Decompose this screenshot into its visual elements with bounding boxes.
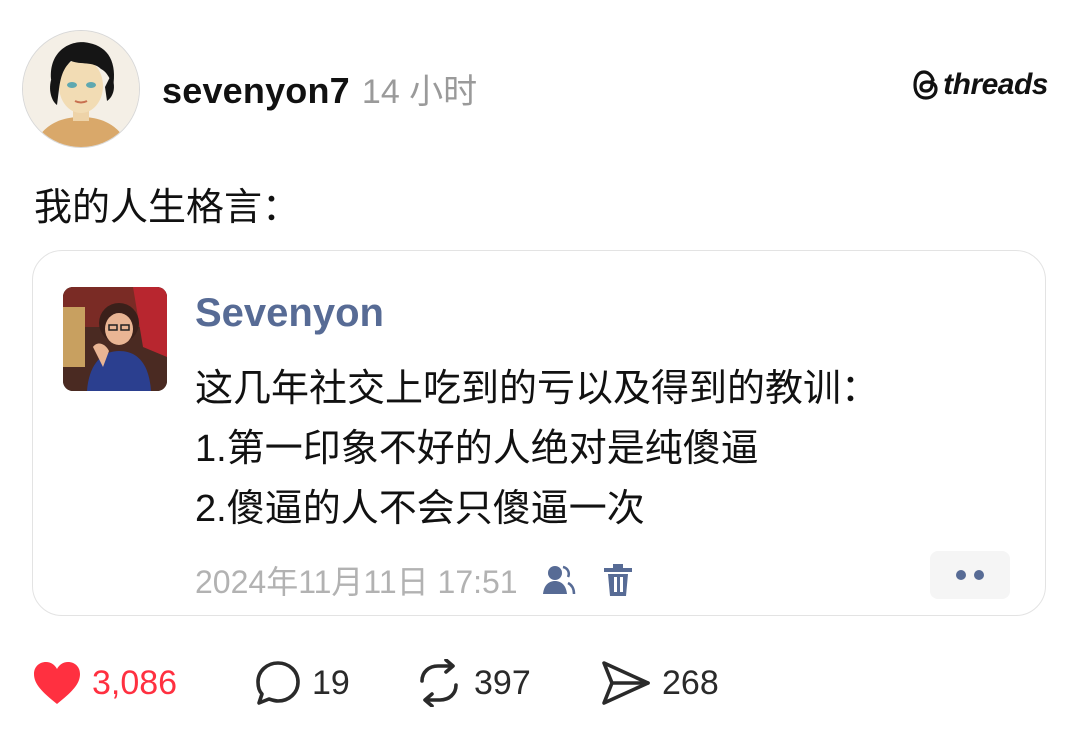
share-icon xyxy=(602,661,650,705)
username[interactable]: sevenyon7 xyxy=(162,70,350,112)
post-body: 我的人生格言： xyxy=(34,187,301,229)
quoted-footer: 2024年11月11日 17:51 xyxy=(195,557,638,603)
quoted-avatar xyxy=(63,287,167,391)
more-button[interactable] xyxy=(930,551,1010,599)
share-button[interactable]: 268 xyxy=(600,655,719,711)
post-timestamp: 14 小时 xyxy=(361,73,478,111)
repost-count: 397 xyxy=(474,663,531,702)
reply-count: 19 xyxy=(312,663,350,702)
post-header: sevenyon7 14 小时 xyxy=(162,64,477,113)
repost-icon xyxy=(420,659,458,707)
share-count: 268 xyxy=(662,663,719,702)
threads-brand: threads xyxy=(911,68,1048,102)
repost-button[interactable]: 397 xyxy=(414,655,531,711)
quoted-text: 这几年社交上吃到的亏以及得到的教训： 1.第一印象不好的人绝对是纯傻逼 2.傻逼… xyxy=(195,359,879,539)
threads-logo-icon xyxy=(913,70,938,100)
quoted-card[interactable]: Sevenyon 这几年社交上吃到的亏以及得到的教训： 1.第一印象不好的人绝对… xyxy=(32,250,1046,616)
quoted-line: 这几年社交上吃到的亏以及得到的教训： xyxy=(195,368,880,410)
comment-icon xyxy=(256,661,300,705)
like-count: 3,086 xyxy=(92,663,178,702)
privacy-contacts-icon[interactable] xyxy=(538,560,578,600)
trash-icon[interactable] xyxy=(598,560,638,600)
avatar[interactable] xyxy=(22,30,140,148)
more-dots-icon xyxy=(956,570,984,580)
reply-button[interactable]: 19 xyxy=(254,655,350,711)
quoted-line: 2.傻逼的人不会只傻逼一次 xyxy=(195,488,645,530)
quoted-author[interactable]: Sevenyon xyxy=(195,291,384,336)
like-button[interactable]: 3,086 xyxy=(32,655,177,711)
heart-icon xyxy=(34,662,80,704)
threads-wordmark: threads xyxy=(943,68,1048,101)
quoted-date: 2024年11月11日 17:51 xyxy=(195,564,518,600)
quoted-line: 1.第一印象不好的人绝对是纯傻逼 xyxy=(195,428,759,470)
